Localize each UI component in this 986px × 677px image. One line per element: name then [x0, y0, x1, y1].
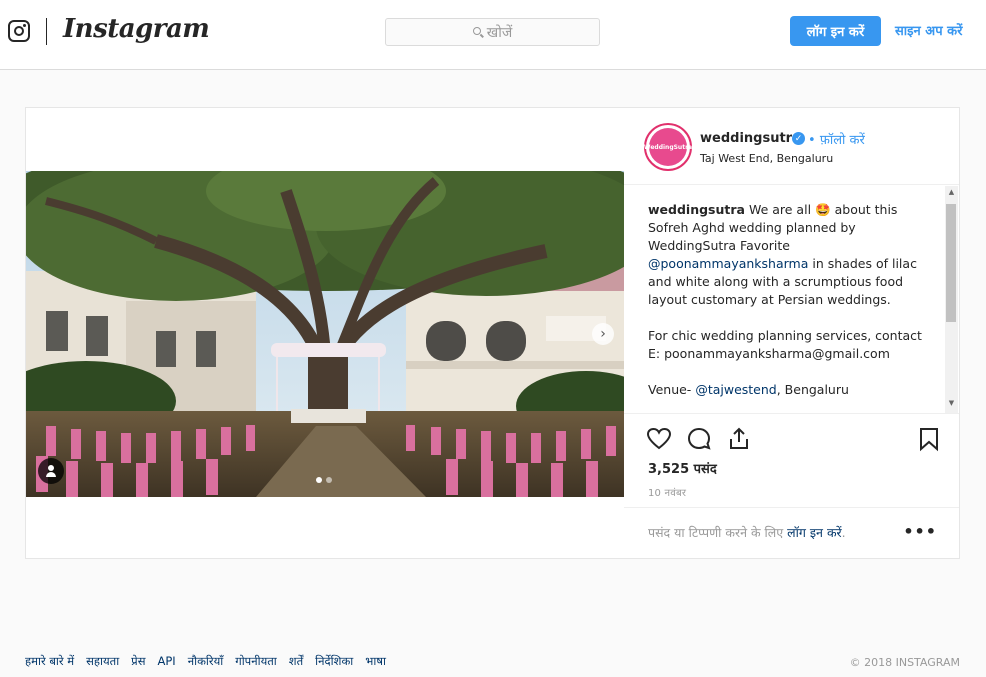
emoji-star-eyes: 🤩	[815, 202, 831, 217]
scroll-down-arrow-icon[interactable]: ▼	[945, 399, 958, 411]
footer-links: हमारे बारे में सहायता प्रेस API नौकरियाँ…	[25, 654, 386, 669]
bookmark-icon[interactable]	[916, 426, 942, 452]
like-heart-icon[interactable]	[646, 426, 672, 452]
login-to-comment-prompt: पसंद या टिप्पणी करने के लिए लॉग इन करें.	[648, 524, 846, 541]
post-date[interactable]: 10 नवंबर	[648, 485, 686, 499]
signup-link[interactable]: साइन अप करें	[895, 21, 962, 39]
avatar[interactable]: WeddingSutra	[644, 123, 692, 171]
footer-link-language[interactable]: भाषा	[365, 654, 386, 669]
planner-mention-link[interactable]: @poonammayanksharma	[648, 256, 808, 271]
comment-prompt-period: .	[841, 525, 846, 540]
login-button[interactable]: लॉग इन करें	[790, 16, 881, 46]
venue-suffix: , Bengaluru	[776, 382, 849, 397]
instagram-camera-icon[interactable]	[8, 20, 30, 42]
carousel-dot-2	[326, 477, 332, 483]
venue-mention-link[interactable]: @tajwestend	[695, 382, 776, 397]
tagged-users-icon[interactable]	[38, 458, 64, 484]
carousel-next-button[interactable]: ›	[592, 323, 614, 345]
top-navigation-bar: Instagram खोजें लॉग इन करें साइन अप करें	[0, 0, 986, 70]
comment-bubble-icon[interactable]	[686, 426, 712, 452]
post-username[interactable]: weddingsutra	[700, 131, 801, 146]
footer-link-help[interactable]: सहायता	[86, 654, 119, 669]
carousel-dot-1	[316, 477, 322, 483]
footer-link-terms[interactable]: शर्तें	[289, 654, 303, 669]
post-actions	[646, 426, 941, 452]
search-input[interactable]: खोजें	[385, 18, 600, 46]
caption-username[interactable]: weddingsutra	[648, 202, 745, 217]
search-icon	[472, 27, 481, 35]
venue-prefix: Venue-	[648, 382, 692, 397]
copyright: © 2018 INSTAGRAM	[849, 656, 960, 669]
more-options-icon[interactable]: •••	[903, 522, 937, 541]
post-image[interactable]: ›	[26, 171, 624, 497]
comment-bar: पसंद या टिप्पणी करने के लिए लॉग इन करें.…	[624, 507, 959, 559]
footer-link-about[interactable]: हमारे बारे में	[25, 654, 74, 669]
footer-link-jobs[interactable]: नौकरियाँ	[188, 654, 224, 669]
caption-line1-before: We are all	[748, 202, 812, 217]
share-icon[interactable]	[726, 426, 752, 452]
footer-link-privacy[interactable]: गोपनीयता	[235, 654, 277, 669]
post-card: › WeddingSutra weddingsutra ✓ • फ़ॉलो कर…	[25, 107, 960, 559]
carousel-indicator	[316, 477, 332, 483]
follow-label: फ़ॉलो करें	[819, 133, 865, 148]
footer: हमारे बारे में सहायता प्रेस API नौकरियाँ…	[25, 654, 960, 674]
scroll-up-arrow-icon[interactable]: ▲	[945, 188, 958, 200]
comment-login-link[interactable]: लॉग इन करें	[787, 525, 842, 540]
comment-prompt-text: पसंद या टिप्पणी करने के लिए	[648, 525, 784, 540]
verified-badge-icon: ✓	[792, 132, 805, 145]
caption-panel[interactable]: weddingsutra We are all 🤩 about this Sof…	[624, 186, 959, 414]
footer-link-api[interactable]: API	[158, 654, 176, 669]
caption-line3: For chic wedding planning services, cont…	[648, 328, 922, 361]
caption-text: weddingsutra We are all 🤩 about this Sof…	[648, 201, 933, 399]
post-location[interactable]: Taj West End, Bengaluru	[700, 152, 833, 165]
avatar-logo: WeddingSutra	[644, 128, 692, 166]
post-header: WeddingSutra weddingsutra ✓ • फ़ॉलो करें…	[624, 108, 959, 185]
follow-button[interactable]: • फ़ॉलो करें	[808, 130, 865, 148]
footer-link-press[interactable]: प्रेस	[131, 654, 145, 669]
search-placeholder: खोजें	[486, 24, 513, 41]
header-divider	[46, 18, 47, 45]
wedding-venue-photo	[26, 171, 624, 497]
post-sidebar: WeddingSutra weddingsutra ✓ • फ़ॉलो करें…	[624, 108, 959, 558]
likes-count[interactable]: 3,525 पसंद	[648, 459, 717, 477]
scrollbar-thumb[interactable]	[946, 204, 956, 322]
instagram-wordmark[interactable]: Instagram	[63, 14, 210, 44]
footer-link-directory[interactable]: निर्देशिका	[315, 654, 353, 669]
